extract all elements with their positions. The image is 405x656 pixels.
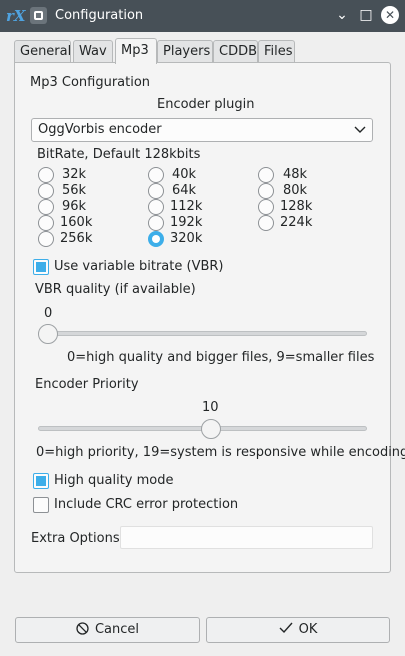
radio-label: 32k	[62, 167, 87, 182]
radio-128k[interactable]	[258, 199, 274, 215]
encoder-plugin-value: OggVorbis encoder	[38, 122, 162, 137]
vbr-label: Use variable bitrate (VBR)	[54, 259, 224, 274]
radio-label: 80k	[283, 183, 308, 198]
bitrate-label: BitRate, Default 128kbits	[37, 147, 201, 162]
vbr-checkbox[interactable]	[33, 259, 49, 275]
tab-general[interactable]: General	[14, 40, 71, 62]
radio-label: 56k	[62, 183, 87, 198]
ok-button[interactable]: OK	[206, 617, 390, 643]
vbr-quality-slider-track[interactable]	[38, 331, 367, 336]
crc-label: Include CRC error protection	[54, 497, 239, 512]
close-icon[interactable]: ✕	[381, 6, 399, 24]
vbr-quality-hint: 0=high quality and bigger files, 9=small…	[67, 350, 375, 365]
radio-label: 64k	[172, 183, 197, 198]
radio-80k[interactable]	[258, 183, 274, 199]
tab-players[interactable]: Players	[157, 40, 213, 62]
tab-files[interactable]: Files	[258, 40, 295, 62]
vbr-quality-label: VBR quality (if available)	[35, 282, 196, 297]
checkmark-icon	[279, 622, 293, 634]
chevron-down-icon	[354, 126, 366, 133]
radio-64k[interactable]	[148, 183, 164, 199]
cancel-label: Cancel	[94, 622, 140, 637]
vbr-quality-slider-handle[interactable]	[38, 324, 58, 344]
radio-96k[interactable]	[38, 199, 54, 215]
minimize-icon[interactable]: ⌄	[333, 6, 351, 24]
title-bar[interactable]: rX Configuration ⌄ □ ✕	[0, 0, 405, 32]
maximize-icon[interactable]: □	[357, 6, 375, 24]
radio-label: 96k	[62, 199, 87, 214]
radio-label: 128k	[280, 199, 313, 214]
radio-label: 48k	[283, 167, 308, 182]
tab-cddb[interactable]: CDDB	[213, 40, 258, 62]
window-menu-button[interactable]	[30, 7, 47, 24]
priority-label: Encoder Priority	[35, 377, 139, 392]
app-logo: rX	[6, 7, 26, 25]
radio-label: 160k	[60, 215, 93, 230]
radio-32k[interactable]	[38, 167, 54, 183]
encoder-plugin-select[interactable]: OggVorbis encoder	[31, 118, 373, 142]
radio-label: 112k	[170, 199, 203, 214]
extra-options-label: Extra Options:	[31, 531, 124, 546]
high-quality-label: High quality mode	[54, 473, 174, 488]
window-title: Configuration	[55, 8, 144, 23]
radio-label: 224k	[280, 215, 313, 230]
radio-label: 256k	[60, 231, 93, 246]
tab-wav[interactable]: Wav	[73, 40, 113, 62]
priority-value: 10	[202, 400, 219, 415]
radio-224k[interactable]	[258, 215, 274, 231]
radio-label: 192k	[170, 215, 203, 230]
radio-label: 320k	[170, 231, 203, 246]
crc-checkbox[interactable]	[33, 497, 49, 513]
radio-160k[interactable]	[38, 215, 54, 231]
ok-label: OK	[298, 622, 318, 637]
radio-40k[interactable]	[148, 167, 164, 183]
radio-320k[interactable]	[148, 231, 164, 247]
extra-options-input[interactable]	[120, 526, 373, 549]
radio-label: 40k	[172, 167, 197, 182]
radio-256k[interactable]	[38, 231, 54, 247]
radio-56k[interactable]	[38, 183, 54, 199]
radio-48k[interactable]	[258, 167, 274, 183]
cancel-button[interactable]: Cancel	[15, 617, 200, 643]
encoder-plugin-label: Encoder plugin	[157, 97, 255, 112]
section-heading: Mp3 Configuration	[30, 75, 151, 90]
radio-192k[interactable]	[148, 215, 164, 231]
vbr-quality-value: 0	[44, 306, 53, 321]
tab-mp3[interactable]: Mp3	[115, 38, 157, 64]
priority-slider-handle[interactable]	[200, 419, 221, 439]
radio-112k[interactable]	[148, 199, 164, 215]
priority-hint: 0=high priority, 19=system is responsive…	[36, 445, 405, 460]
high-quality-checkbox[interactable]	[33, 473, 49, 489]
cancel-icon	[76, 622, 89, 635]
